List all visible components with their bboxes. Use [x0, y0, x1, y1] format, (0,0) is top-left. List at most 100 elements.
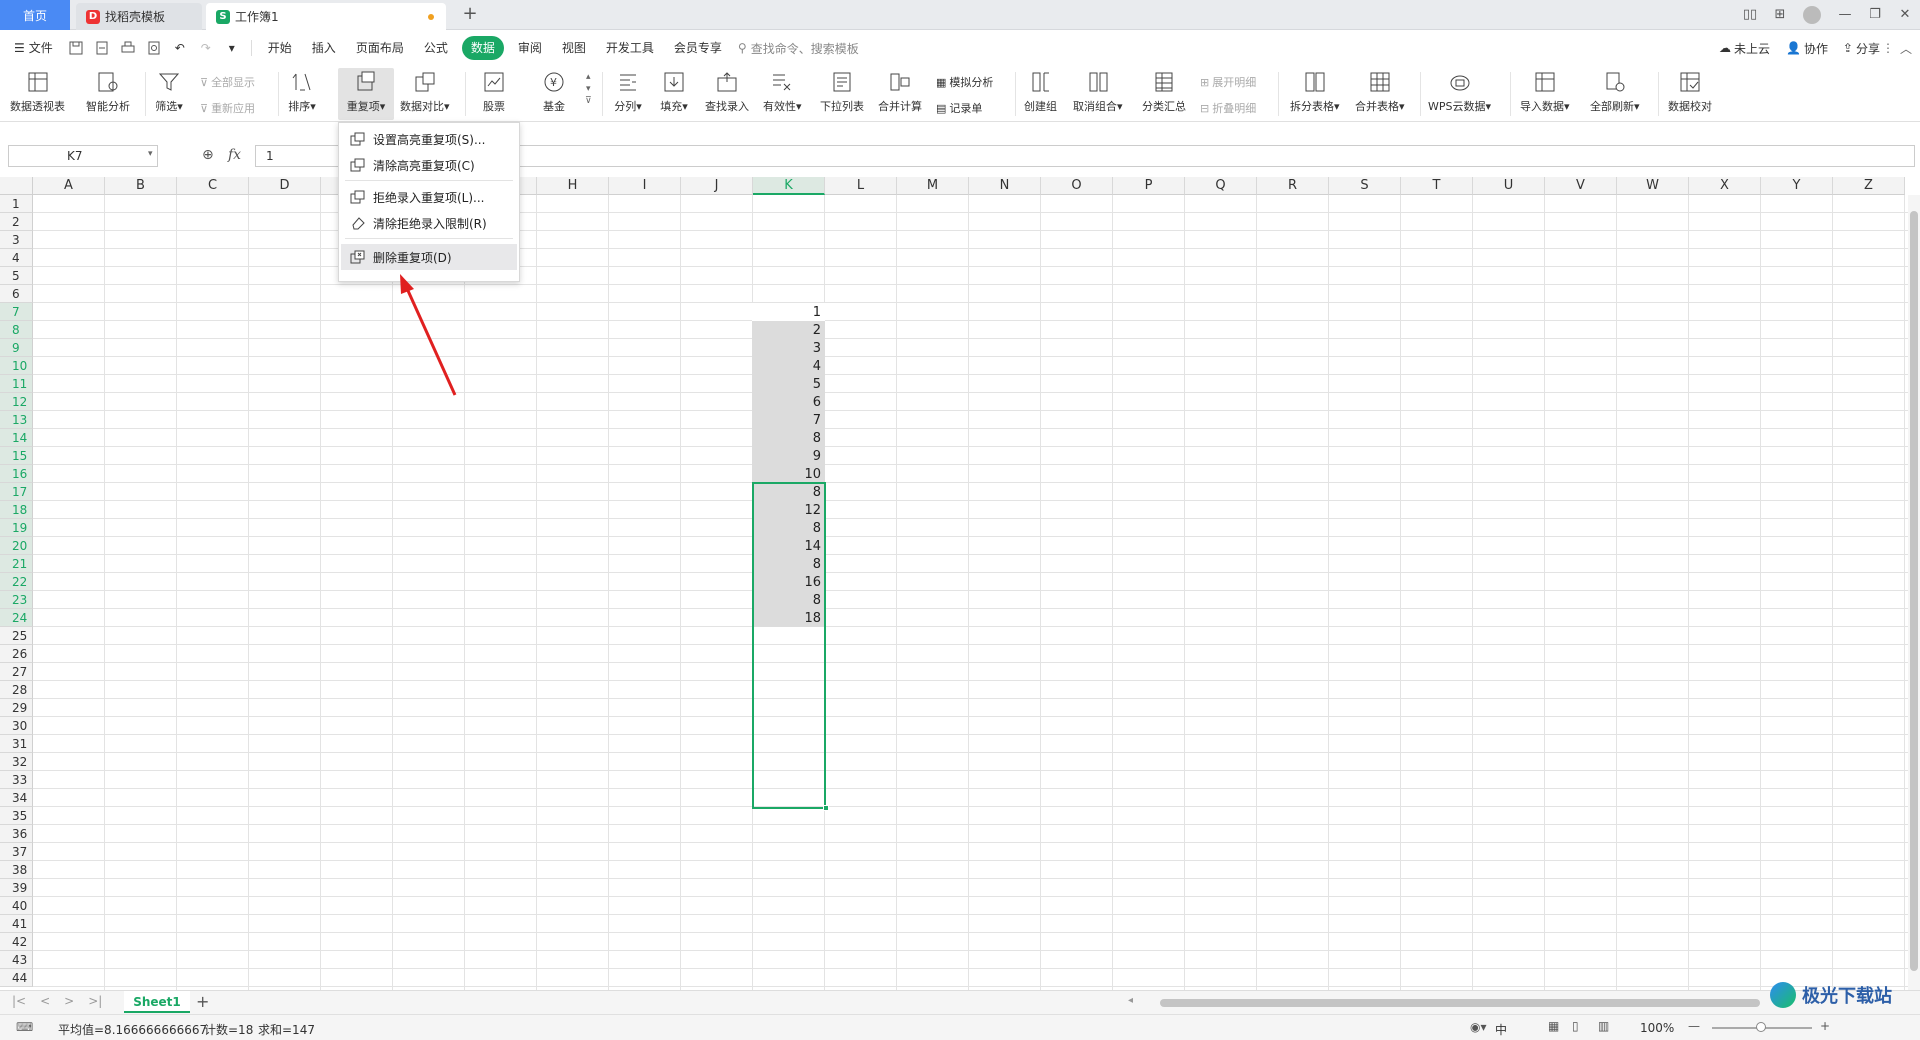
column-header[interactable]: U — [1473, 177, 1545, 195]
row-header[interactable]: 43 — [0, 951, 33, 969]
column-header[interactable]: B — [105, 177, 177, 195]
row-header[interactable]: 25 — [0, 627, 33, 645]
column-header[interactable]: Q — [1185, 177, 1257, 195]
hscroll-left-icon[interactable]: ◂ — [1128, 995, 1133, 1006]
table-cell[interactable]: 7 — [752, 411, 825, 429]
export-pdf-icon[interactable] — [91, 37, 113, 59]
column-header[interactable]: R — [1257, 177, 1329, 195]
first-sheet-icon[interactable]: |< — [12, 994, 26, 1008]
column-header[interactable]: A — [33, 177, 105, 195]
what-if-button[interactable]: ▦ 模拟分析 — [936, 74, 993, 90]
filter-button[interactable]: 筛选▾ — [155, 68, 183, 120]
column-header[interactable]: T — [1401, 177, 1473, 195]
undo-icon[interactable]: ↶ — [169, 37, 191, 59]
name-box-dropdown-icon[interactable]: ▾ — [148, 149, 153, 159]
share-button[interactable]: ⇪ 分享 — [1843, 40, 1880, 57]
tab-docer-templates[interactable]: D 找稻壳模板 — [76, 3, 202, 30]
row-header[interactable]: 15 — [0, 447, 33, 465]
row-header[interactable]: 24 — [0, 609, 33, 627]
column-header[interactable]: O — [1041, 177, 1113, 195]
column-header[interactable]: M — [897, 177, 969, 195]
row-header[interactable]: 41 — [0, 915, 33, 933]
fund-button[interactable]: ¥ 基金 — [540, 68, 568, 120]
row-header[interactable]: 38 — [0, 861, 33, 879]
column-header[interactable]: V — [1545, 177, 1617, 195]
menu-insert[interactable]: 插入 — [302, 36, 346, 60]
column-header[interactable]: J — [681, 177, 753, 195]
dropdown-list-button[interactable]: 下拉列表 — [820, 68, 864, 120]
column-header[interactable]: S — [1329, 177, 1401, 195]
zoom-search-icon[interactable]: ⊕ — [202, 147, 214, 163]
redo-icon[interactable]: ↷ — [195, 37, 217, 59]
compare-button[interactable]: 数据对比▾ — [400, 68, 450, 120]
tab-home[interactable]: 首页 — [0, 0, 70, 30]
row-header[interactable]: 28 — [0, 681, 33, 699]
menu-review[interactable]: 审阅 — [508, 36, 552, 60]
column-header[interactable]: D — [249, 177, 321, 195]
name-box[interactable]: K7 — [8, 145, 158, 167]
layout-icon[interactable]: ▯▯ — [1735, 0, 1765, 30]
expand-detail-button[interactable]: ⊞ 展开明细 — [1200, 74, 1256, 90]
collapse-ribbon-icon[interactable]: ︿ — [1900, 40, 1912, 57]
column-header[interactable]: W — [1617, 177, 1689, 195]
row-header[interactable]: 10 — [0, 357, 33, 375]
column-header[interactable]: P — [1113, 177, 1185, 195]
stock-button[interactable]: 股票 — [480, 68, 508, 120]
tab-workbook[interactable]: S 工作簿1 — [206, 3, 446, 30]
menu-developer[interactable]: 开发工具 — [596, 36, 664, 60]
table-cell[interactable]: 2 — [752, 321, 825, 339]
sheet-tab-sheet1[interactable]: Sheet1 — [124, 991, 190, 1013]
row-header[interactable]: 12 — [0, 393, 33, 411]
apps-grid-icon[interactable]: ⊞ — [1765, 0, 1795, 30]
zoom-out-icon[interactable]: — — [1688, 1019, 1700, 1033]
horizontal-scroll-thumb[interactable] — [1160, 999, 1760, 1007]
table-cell[interactable]: 4 — [752, 357, 825, 375]
macro-record-icon[interactable]: ⌨ — [16, 1020, 33, 1034]
data-verify-button[interactable]: 数据校对 — [1668, 68, 1712, 120]
record-form-button[interactable]: ▤ 记录单 — [936, 100, 982, 116]
set-highlight-duplicates-item[interactable]: 设置高亮重复项(S)... — [341, 126, 517, 152]
vertical-scrollbar[interactable] — [1908, 195, 1920, 990]
column-header[interactable]: I — [609, 177, 681, 195]
row-header[interactable]: 6 — [0, 285, 33, 303]
new-tab-button[interactable]: + — [458, 3, 482, 27]
gallery-scroll[interactable]: ▴ ▾ ⊽ — [585, 72, 592, 106]
column-header[interactable]: K — [753, 177, 825, 195]
menu-formulas[interactable]: 公式 — [414, 36, 458, 60]
reapply-button[interactable]: ⊽ 重新应用 — [200, 100, 255, 116]
prev-sheet-icon[interactable]: < — [40, 994, 50, 1008]
restore-icon[interactable]: ❐ — [1860, 0, 1890, 30]
column-header[interactable]: X — [1689, 177, 1761, 195]
menu-home[interactable]: 开始 — [258, 36, 302, 60]
row-header[interactable]: 19 — [0, 519, 33, 537]
row-header[interactable]: 21 — [0, 555, 33, 573]
duplicates-button[interactable]: 重复项▾ — [338, 68, 394, 120]
consolidate-button[interactable]: 合并计算 — [878, 68, 922, 120]
row-header[interactable]: 33 — [0, 771, 33, 789]
row-header[interactable]: 9 — [0, 339, 33, 357]
smart-analysis-button[interactable]: 智能分析 — [86, 68, 130, 120]
column-header[interactable]: L — [825, 177, 897, 195]
fx-icon[interactable]: fx — [228, 147, 241, 163]
more-icon[interactable]: ⋮ — [1882, 41, 1894, 55]
print-preview-icon[interactable] — [143, 37, 165, 59]
create-group-button[interactable]: 创建组 — [1024, 68, 1057, 120]
save-icon[interactable] — [65, 37, 87, 59]
zoom-slider-thumb[interactable] — [1756, 1022, 1766, 1032]
vertical-scroll-thumb[interactable] — [1910, 211, 1918, 971]
row-header[interactable]: 23 — [0, 591, 33, 609]
add-sheet-icon[interactable]: + — [196, 992, 209, 1011]
row-header[interactable]: 40 — [0, 897, 33, 915]
sort-button[interactable]: 排序▾ — [288, 68, 316, 120]
zoom-in-icon[interactable]: + — [1820, 1019, 1830, 1033]
merge-table-button[interactable]: 合并表格▾ — [1355, 68, 1405, 120]
table-cell[interactable]: 6 — [752, 393, 825, 411]
row-header[interactable]: 17 — [0, 483, 33, 501]
menu-view[interactable]: 视图 — [552, 36, 596, 60]
menu-member[interactable]: 会员专享 — [664, 36, 732, 60]
subtotal-button[interactable]: 分类汇总 — [1142, 68, 1186, 120]
last-sheet-icon[interactable]: >| — [88, 994, 102, 1008]
row-header[interactable]: 5 — [0, 267, 33, 285]
row-header[interactable]: 35 — [0, 807, 33, 825]
wps-cloud-data-button[interactable]: WPS云数据▾ — [1428, 68, 1491, 120]
